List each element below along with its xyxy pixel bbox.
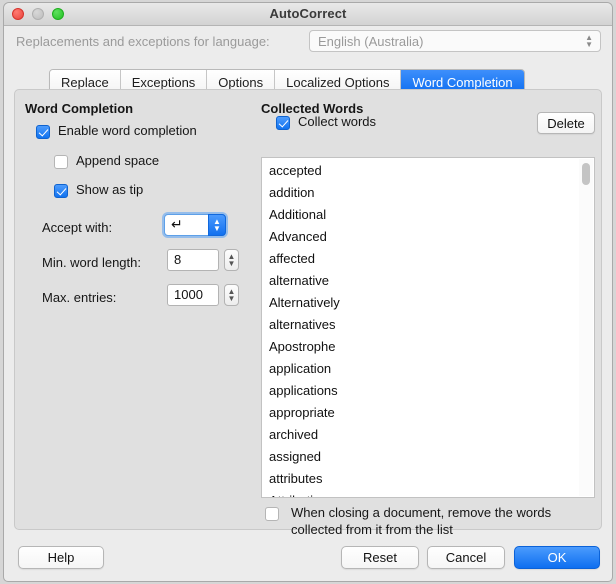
list-item[interactable]: application <box>262 358 594 380</box>
language-select-value: English (Australia) <box>318 34 424 49</box>
remove-on-close-checkbox[interactable] <box>265 507 279 521</box>
list-item[interactable]: Apostrophe <box>262 336 594 358</box>
list-item[interactable]: archived <box>262 424 594 446</box>
accept-with-select[interactable]: ↵ ▲ ▼ <box>164 214 226 236</box>
return-key-icon: ↵ <box>171 216 183 232</box>
show-as-tip-checkbox[interactable] <box>54 184 68 198</box>
list-item[interactable]: addition <box>262 182 594 204</box>
language-label: Replacements and exceptions for language… <box>16 34 270 49</box>
append-space-label: Append space <box>76 153 160 168</box>
collected-words-list[interactable]: accepted addition Additional Advanced affect… <box>261 157 595 498</box>
list-item[interactable]: applications <box>262 380 594 402</box>
max-entries-label: Max. entries: <box>42 290 117 305</box>
accept-with-label: Accept with: <box>42 220 113 235</box>
list-item[interactable]: appropriate <box>262 402 594 424</box>
list-item[interactable]: Attribution <box>262 490 594 497</box>
list-item[interactable]: Advanced <box>262 226 594 248</box>
min-word-length-input[interactable]: 8 <box>167 249 219 271</box>
scrollbar-thumb[interactable] <box>582 163 590 185</box>
collected-words-scrollbar[interactable] <box>579 159 593 496</box>
list-item[interactable]: Alternatively <box>262 292 594 314</box>
max-entries-stepper[interactable]: ▲ ▼ <box>224 284 239 306</box>
enable-word-completion-checkbox[interactable] <box>36 125 50 139</box>
reset-button[interactable]: Reset <box>341 546 419 569</box>
list-item[interactable]: affected <box>262 248 594 270</box>
append-space-checkbox[interactable] <box>54 155 68 169</box>
collect-words-checkbox[interactable] <box>276 116 290 130</box>
list-item[interactable]: accepted <box>262 160 594 182</box>
language-select[interactable]: English (Australia) ▲ ▼ <box>309 30 601 52</box>
ok-button[interactable]: OK <box>514 546 600 569</box>
list-item[interactable]: Additional <box>262 204 594 226</box>
autocorrect-dialog: AutoCorrect Replacements and exceptions … <box>3 2 613 582</box>
title-bar: AutoCorrect <box>4 3 612 26</box>
enable-word-completion-label: Enable word completion <box>58 123 197 138</box>
window-title: AutoCorrect <box>269 6 347 21</box>
help-button[interactable]: Help <box>18 546 104 569</box>
accept-with-stepper[interactable]: ▲ ▼ <box>208 214 226 236</box>
list-item[interactable]: alternative <box>262 270 594 292</box>
list-item[interactable]: alternatives <box>262 314 594 336</box>
word-completion-group-title: Word Completion <box>25 101 134 116</box>
min-word-length-label: Min. word length: <box>42 255 141 270</box>
cancel-button[interactable]: Cancel <box>427 546 505 569</box>
word-completion-panel: Word Completion Enable word completion A… <box>14 89 602 537</box>
max-entries-input[interactable]: 1000 <box>167 284 219 306</box>
collected-words-list-items: accepted addition Additional Advanced affect… <box>262 160 594 497</box>
collect-words-label: Collect words <box>298 114 377 129</box>
chevron-updown-icon: ▲ ▼ <box>585 33 593 49</box>
delete-button[interactable]: Delete <box>537 112 595 134</box>
list-item[interactable]: assigned <box>262 446 594 468</box>
remove-on-close-label: When closing a document, remove the word… <box>291 505 552 537</box>
show-as-tip-label: Show as tip <box>76 182 144 197</box>
min-word-length-stepper[interactable]: ▲ ▼ <box>224 249 239 271</box>
list-item[interactable]: attributes <box>262 468 594 490</box>
language-row: Replacements and exceptions for language… <box>4 26 612 60</box>
